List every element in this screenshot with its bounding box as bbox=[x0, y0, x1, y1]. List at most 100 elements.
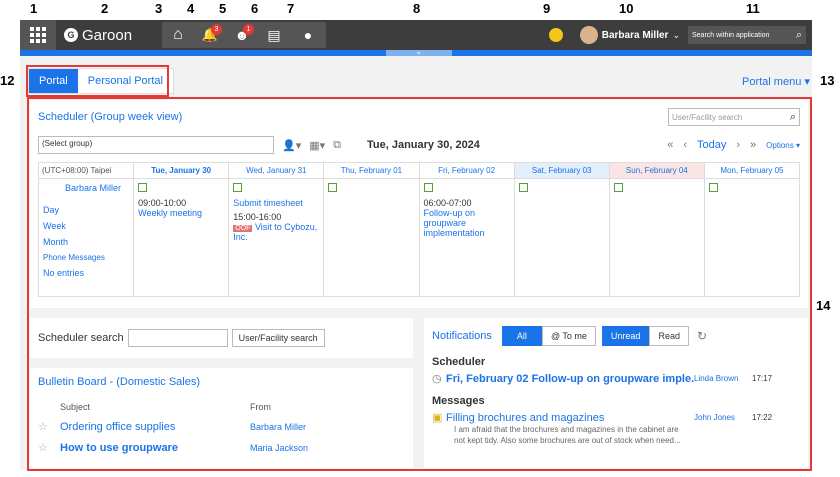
event-time: 09:00-10:00 bbox=[138, 198, 187, 208]
star-icon[interactable]: ☆ bbox=[38, 441, 60, 454]
bulletin-subject[interactable]: Ordering office supplies bbox=[60, 421, 250, 433]
todo-title[interactable]: Submit timesheet bbox=[233, 198, 319, 208]
notification-time: 17:17 bbox=[752, 374, 773, 383]
portal-menu[interactable]: Portal menu ▾ bbox=[742, 75, 810, 88]
highlight-tabs bbox=[26, 65, 169, 97]
view-week[interactable]: Week bbox=[43, 221, 129, 231]
view-day[interactable]: Day bbox=[43, 205, 129, 215]
notification-from[interactable]: John Jones bbox=[694, 413, 752, 422]
presence-icon[interactable]: ☻ 1 bbox=[226, 22, 258, 48]
callout-12: 12 bbox=[0, 73, 15, 88]
day-cell[interactable] bbox=[323, 178, 420, 297]
options-menu[interactable]: Options ▾ bbox=[766, 141, 800, 150]
filter-read[interactable]: Read bbox=[649, 326, 689, 346]
next-week-icon[interactable]: » bbox=[750, 139, 756, 151]
today-button[interactable]: Today bbox=[697, 139, 726, 151]
scheduler-date: Tue, January 30, 2024 bbox=[367, 139, 480, 151]
bulletin-title[interactable]: Bulletin Board - (Domestic Sales) bbox=[38, 376, 405, 388]
bulletin-subject[interactable]: How to use groupware bbox=[60, 442, 250, 454]
bulletin-from[interactable]: Barbara Miller bbox=[250, 422, 306, 432]
day-cell[interactable] bbox=[608, 178, 705, 297]
bulletin-from[interactable]: Maria Jackson bbox=[250, 443, 308, 453]
day-cell[interactable]: 09:00-10:00 Weekly meeting bbox=[133, 178, 230, 297]
facility-select-icon[interactable]: ▦▾ bbox=[309, 139, 325, 152]
day-header[interactable]: Sun, February 04 bbox=[608, 162, 705, 179]
day-cell[interactable] bbox=[703, 178, 801, 297]
home-icon[interactable]: ⌂ bbox=[162, 22, 194, 48]
status-icon[interactable] bbox=[540, 20, 572, 50]
prev-day-icon[interactable]: ‹ bbox=[683, 139, 687, 151]
refresh-icon[interactable]: ↻ bbox=[697, 329, 707, 343]
phone-messages-link[interactable]: Phone Messages bbox=[43, 253, 129, 262]
user-facility-search-button[interactable]: User/Facility search bbox=[231, 329, 325, 347]
next-day-icon[interactable]: › bbox=[736, 139, 740, 151]
new-entry-icon[interactable] bbox=[138, 183, 148, 192]
day-cell[interactable]: 06:00-07:00 Follow-up on groupware imple… bbox=[418, 178, 515, 297]
notification-title[interactable]: Fri, February 02 Follow-up on groupware … bbox=[446, 373, 694, 385]
scheduler-search-label: Scheduler search bbox=[38, 332, 124, 344]
group-select[interactable]: (Select group) bbox=[38, 136, 274, 154]
day-header[interactable]: Mon, February 05 bbox=[703, 162, 801, 179]
star-icon[interactable]: ☆ bbox=[38, 420, 60, 433]
user-cell: Barbara Miller Day Week Month Phone Mess… bbox=[37, 178, 135, 297]
app-search[interactable]: Search within application ⌕ bbox=[688, 26, 806, 44]
user-menu[interactable]: Barbara Miller ⌄ bbox=[572, 20, 688, 50]
notification-time: 17:22 bbox=[752, 413, 773, 422]
callout-2: 2 bbox=[101, 1, 109, 16]
section-messages: Messages bbox=[432, 395, 485, 407]
popup-icon[interactable]: ⧉ bbox=[333, 139, 341, 152]
day-header[interactable]: Tue, January 30 bbox=[133, 162, 230, 179]
header-icon-group: ⌂ 🔔 3 ☻ 1 ▤ ● bbox=[162, 22, 326, 48]
facility-search[interactable]: User/Facility search ⌕ bbox=[668, 108, 800, 126]
user-select-icon[interactable]: 👤▾ bbox=[282, 139, 301, 152]
user-link[interactable]: Barbara Miller bbox=[65, 183, 129, 193]
logo-icon: G bbox=[64, 28, 78, 42]
new-entry-icon[interactable] bbox=[613, 183, 623, 192]
notification-bell-icon[interactable]: 🔔 3 bbox=[194, 22, 226, 48]
scheduler-portlet: Scheduler (Group week view) User/Facilit… bbox=[30, 100, 808, 308]
notification-badge: 3 bbox=[211, 24, 222, 35]
app-switcher-icon[interactable]: ▤ bbox=[258, 22, 290, 48]
scheduler-title[interactable]: Scheduler (Group week view) bbox=[38, 111, 182, 123]
notification-title[interactable]: Filling brochures and magazines bbox=[446, 412, 694, 424]
filter-all[interactable]: All bbox=[501, 326, 542, 346]
new-entry-icon[interactable] bbox=[518, 183, 528, 192]
new-entry-icon[interactable] bbox=[423, 183, 433, 192]
new-entry-icon[interactable] bbox=[328, 183, 338, 192]
search-icon[interactable]: ⌕ bbox=[790, 111, 796, 124]
event-time: 15:00-16:00 bbox=[233, 212, 282, 222]
event-title[interactable]: Follow-up on groupware implementation bbox=[424, 208, 510, 238]
facility-search-input[interactable]: User/Facility search bbox=[672, 113, 742, 122]
list-item[interactable]: ▣ Filling brochures and magazines John J… bbox=[432, 411, 800, 425]
app-search-label: Search within application bbox=[692, 31, 770, 39]
day-header[interactable]: Wed, January 31 bbox=[228, 162, 325, 179]
notifications-title[interactable]: Notifications bbox=[432, 330, 492, 342]
garoon-logo[interactable]: G Garoon bbox=[56, 20, 160, 50]
list-item[interactable]: ◷ Fri, February 02 Follow-up on groupwar… bbox=[432, 372, 800, 386]
chat-icon[interactable]: ● bbox=[290, 22, 326, 48]
filter-to-me[interactable]: @ To me bbox=[541, 326, 596, 346]
app-menu-icon[interactable] bbox=[20, 20, 56, 50]
view-month[interactable]: Month bbox=[43, 237, 129, 247]
callout-1: 1 bbox=[30, 1, 38, 16]
day-header[interactable]: Fri, February 02 bbox=[418, 162, 515, 179]
filter-unread[interactable]: Unread bbox=[601, 326, 650, 346]
scheduler-search-input[interactable] bbox=[127, 329, 228, 347]
callout-9: 9 bbox=[543, 1, 551, 16]
table-row[interactable]: ☆ Ordering office supplies Barbara Mille… bbox=[38, 420, 405, 434]
day-header[interactable]: Thu, February 01 bbox=[323, 162, 420, 179]
chevron-down-icon: ⌄ bbox=[415, 46, 423, 56]
day-header[interactable]: Sat, February 03 bbox=[513, 162, 610, 179]
new-entry-icon[interactable] bbox=[233, 183, 243, 192]
callout-11: 11 bbox=[746, 1, 760, 16]
notification-from[interactable]: Linda Brown bbox=[694, 374, 752, 383]
callout-7: 7 bbox=[287, 1, 295, 16]
prev-week-icon[interactable]: « bbox=[667, 139, 673, 151]
day-cell[interactable] bbox=[513, 178, 610, 297]
new-entry-icon[interactable] bbox=[708, 183, 718, 192]
day-cell[interactable]: Submit timesheet 15:00-16:00 OOF Visit t… bbox=[228, 178, 325, 297]
message-preview: I am afraid that the brochures and magaz… bbox=[454, 425, 681, 445]
table-row[interactable]: ☆ How to use groupware Maria Jackson bbox=[38, 441, 405, 455]
event-title[interactable]: Weekly meeting bbox=[138, 208, 224, 218]
no-entries-link[interactable]: No entries bbox=[43, 268, 129, 278]
